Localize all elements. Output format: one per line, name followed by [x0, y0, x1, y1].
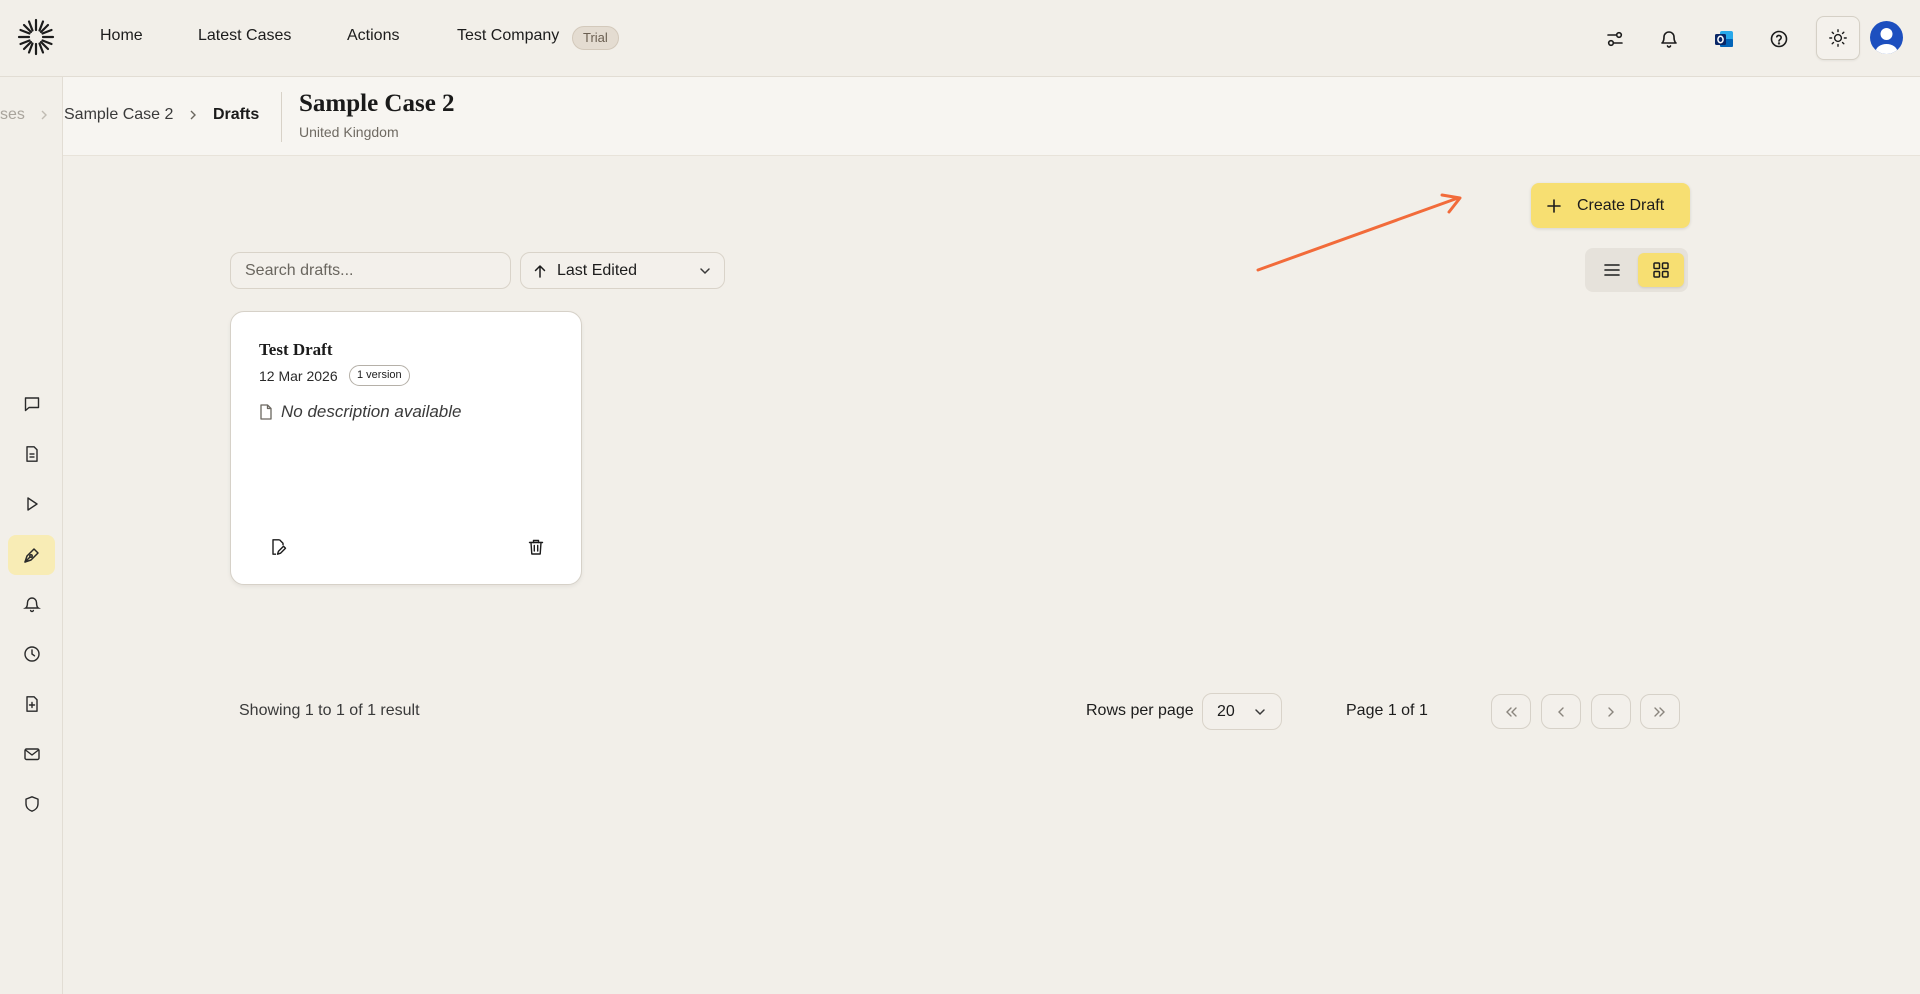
play-icon[interactable]: [19, 491, 45, 517]
next-page-button[interactable]: [1591, 694, 1631, 729]
last-page-button[interactable]: [1640, 694, 1680, 729]
avatar[interactable]: [1870, 21, 1903, 54]
breadcrumb-case[interactable]: Sample Case 2: [64, 106, 173, 124]
nav-company[interactable]: Test Company: [457, 27, 559, 45]
create-draft-label: Create Draft: [1577, 196, 1665, 214]
page-indicator: Page 1 of 1: [1346, 702, 1428, 719]
search-input[interactable]: [230, 252, 511, 289]
rows-per-page-label: Rows per page: [1086, 702, 1194, 719]
file-plus-icon[interactable]: [19, 691, 45, 717]
breadcrumb-current: Drafts: [213, 106, 260, 123]
logo-icon[interactable]: [17, 18, 55, 56]
chevron-left-icon: [1558, 706, 1564, 717]
results-summary: Showing 1 to 1 of 1 result: [239, 702, 420, 719]
grid-view-button[interactable]: [1638, 253, 1684, 287]
grid-icon: [1653, 262, 1669, 278]
list-view-button[interactable]: [1589, 253, 1635, 287]
pen-icon[interactable]: [8, 535, 55, 575]
rows-per-page-value: 20: [1217, 702, 1235, 720]
trial-badge: Trial: [572, 26, 619, 50]
draft-card[interactable]: Test Draft 12 Mar 2026 1 version No desc…: [230, 311, 582, 585]
draft-description: No description available: [281, 402, 462, 421]
edit-draft-button[interactable]: [265, 534, 291, 560]
sun-icon: [1829, 29, 1847, 47]
previous-page-button[interactable]: [1541, 694, 1581, 729]
sidebar: [0, 77, 63, 994]
top-navbar: Home Latest Cases Actions Test Company T…: [0, 0, 1920, 77]
rows-per-page-select[interactable]: 20: [1202, 693, 1282, 730]
sliders-icon[interactable]: [1601, 25, 1629, 53]
bell-icon[interactable]: [1655, 25, 1683, 53]
bell-icon[interactable]: [19, 591, 45, 617]
shield-icon[interactable]: [19, 791, 45, 817]
nav-latest-cases[interactable]: Latest Cases: [198, 27, 291, 45]
version-badge: 1 version: [349, 365, 410, 386]
divider: [281, 92, 282, 142]
view-toggle: [1585, 248, 1688, 292]
draft-date: 12 Mar 2026: [259, 368, 338, 384]
chevron-down-icon: [700, 267, 710, 274]
annotation-arrow: [1256, 193, 1462, 272]
delete-draft-button[interactable]: [523, 534, 549, 560]
chevrons-left-icon: [1506, 706, 1517, 717]
chevron-right-icon: [1608, 706, 1614, 717]
plus-icon: [1547, 198, 1561, 213]
chevron-right-icon: [190, 110, 196, 120]
chevron-right-icon: [41, 110, 47, 120]
nav-actions[interactable]: Actions: [347, 27, 399, 45]
draft-description-row: No description available: [259, 402, 462, 422]
sort-select[interactable]: Last Edited: [520, 252, 725, 289]
list-icon: [1604, 264, 1620, 276]
draft-title: Test Draft: [259, 340, 333, 359]
theme-toggle-button[interactable]: [1816, 16, 1860, 60]
clock-icon[interactable]: [19, 641, 45, 667]
chevron-down-icon: [1255, 708, 1265, 715]
first-page-button[interactable]: [1491, 694, 1531, 729]
mail-icon[interactable]: [19, 741, 45, 767]
trash-icon: [528, 539, 544, 555]
file-pen-icon: [272, 539, 287, 555]
page-title: Sample Case 2: [299, 90, 455, 117]
document-icon[interactable]: [19, 441, 45, 467]
outlook-icon[interactable]: [1710, 25, 1738, 53]
breadcrumb-faded[interactable]: ses: [0, 106, 25, 124]
nav-home[interactable]: Home: [100, 27, 143, 45]
sort-arrow-icon: [534, 264, 546, 278]
page-subtitle: United Kingdom: [299, 124, 399, 140]
help-icon[interactable]: [1765, 25, 1793, 53]
file-icon: [260, 404, 272, 420]
sort-label: Last Edited: [557, 261, 638, 279]
chat-icon[interactable]: [19, 391, 45, 417]
chevrons-right-icon: [1654, 706, 1665, 717]
create-draft-button[interactable]: Create Draft: [1531, 183, 1690, 228]
